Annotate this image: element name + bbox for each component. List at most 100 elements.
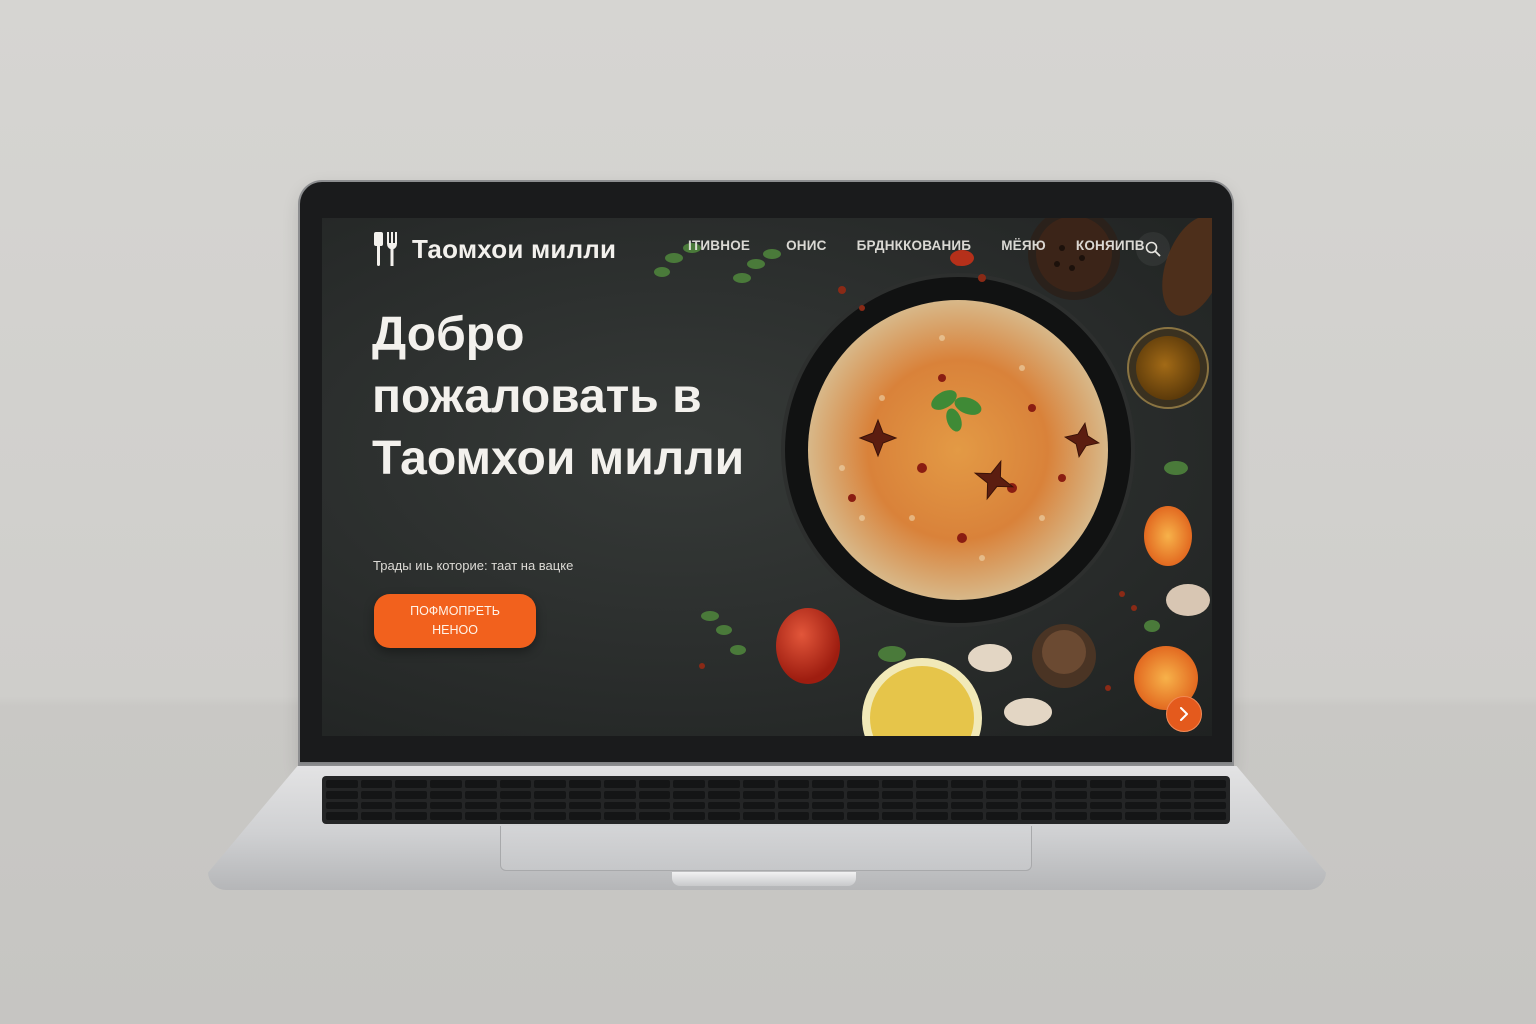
keyboard-key: [534, 790, 567, 799]
keyboard-key: [673, 780, 706, 788]
keyboard-key: [603, 790, 636, 799]
keyboard-key: [1055, 780, 1088, 788]
nav-item-1[interactable]: ІТИВНОЕ: [688, 238, 750, 253]
keyboard-key: [1194, 801, 1226, 810]
keyboard-key: [638, 780, 671, 788]
keyboard-key: [1020, 801, 1053, 810]
keyboard-key: [534, 780, 567, 788]
keyboard-key: [951, 801, 983, 810]
keyboard-key: [430, 790, 462, 799]
keyboard-key: [777, 812, 810, 820]
keyboard-key: [916, 790, 949, 799]
nav-item-3[interactable]: БРДНККОВАНИБ: [857, 238, 972, 253]
main-nav: ІТИВНОЕ ОНИС БРДНККОВАНИБ МЁЯЮ КОНЯИПВ: [688, 238, 1175, 253]
keyboard-key: [430, 812, 462, 820]
keyboard-key: [777, 790, 810, 799]
keyboard-key: [464, 812, 497, 820]
keyboard-key: [499, 780, 532, 788]
keyboard-key: [742, 790, 775, 799]
keyboard-key: [499, 801, 532, 810]
keyboard-key: [951, 790, 983, 799]
keyboard-key: [812, 790, 844, 799]
keyboard-key: [430, 780, 462, 788]
keyboard-key: [673, 790, 706, 799]
keyboard-key: [812, 801, 844, 810]
laptop-trackpad: [500, 826, 1032, 871]
keyboard-key: [881, 780, 914, 788]
hero-title: Добро пожаловать в Таомхои милли: [372, 308, 745, 485]
keyboard-key: [499, 812, 532, 820]
keyboard-key: [1090, 801, 1122, 810]
search-button[interactable]: [1136, 232, 1170, 266]
keyboard-key: [326, 790, 358, 799]
keyboard-key: [1159, 780, 1192, 788]
keyboard-key: [985, 790, 1018, 799]
keyboard-key: [603, 801, 636, 810]
keyboard-key: [326, 801, 358, 810]
keyboard-key: [777, 801, 810, 810]
keyboard-key: [916, 801, 949, 810]
nav-item-5[interactable]: КОНЯИПВ: [1076, 238, 1145, 253]
next-slide-button[interactable]: [1166, 696, 1202, 732]
keyboard-key: [916, 780, 949, 788]
brand-logo[interactable]: Таомхои милли: [372, 232, 616, 266]
keyboard-key: [881, 812, 914, 820]
search-icon: [1145, 241, 1161, 257]
keyboard-key: [846, 812, 879, 820]
nav-item-2[interactable]: ОНИС: [786, 238, 827, 253]
chevron-right-icon: [1180, 707, 1188, 721]
keyboard-key: [638, 790, 671, 799]
view-menu-button[interactable]: ПОФМОПРЕТЬ НЕНОО: [374, 594, 536, 648]
keyboard-key: [1194, 780, 1226, 788]
keyboard-key: [534, 812, 567, 820]
keyboard-key: [1159, 790, 1192, 799]
keyboard-key: [951, 780, 983, 788]
keyboard-key: [1159, 812, 1192, 820]
keyboard-key: [360, 790, 393, 799]
keyboard-key: [812, 780, 844, 788]
keyboard-key: [1124, 780, 1157, 788]
keyboard-key: [464, 790, 497, 799]
keyboard-key: [1159, 801, 1192, 810]
keyboard-key: [985, 780, 1018, 788]
keyboard-key: [846, 801, 879, 810]
keyboard-key: [1124, 812, 1157, 820]
utensils-icon: [374, 232, 397, 266]
keyboard-key: [985, 801, 1018, 810]
keyboard-key: [569, 780, 601, 788]
keyboard-key: [742, 780, 775, 788]
keyboard-key: [777, 780, 810, 788]
keyboard-key: [1055, 790, 1088, 799]
keyboard-key: [916, 812, 949, 820]
keyboard-key: [708, 812, 740, 820]
keyboard-key: [708, 801, 740, 810]
keyboard-key: [430, 801, 462, 810]
laptop-notch: [672, 872, 856, 886]
keyboard-key: [1055, 812, 1088, 820]
keyboard-key: [326, 780, 358, 788]
keyboard-key: [360, 780, 393, 788]
keyboard-key: [360, 801, 393, 810]
keyboard-key: [1194, 790, 1226, 799]
nav-item-4[interactable]: МЁЯЮ: [1001, 238, 1046, 253]
keyboard-key: [395, 801, 428, 810]
keyboard-key: [1124, 801, 1157, 810]
keyboard-key: [1020, 812, 1053, 820]
cta-label: ПОФМОПРЕТЬ НЕНОО: [410, 604, 500, 637]
keyboard-key: [812, 812, 844, 820]
keyboard-key: [742, 801, 775, 810]
keyboard-key: [881, 790, 914, 799]
keyboard-key: [569, 812, 601, 820]
keyboard-key: [569, 790, 601, 799]
keyboard-key: [985, 812, 1018, 820]
keyboard-key: [846, 790, 879, 799]
keyboard-key: [673, 801, 706, 810]
keyboard-key: [1124, 790, 1157, 799]
keyboard-key: [395, 780, 428, 788]
keyboard-key: [638, 812, 671, 820]
hero-subtitle: Трады иıь которие: таат на вацке: [373, 558, 574, 573]
keyboard-key: [395, 812, 428, 820]
keyboard-key: [1090, 790, 1122, 799]
keyboard-key: [673, 812, 706, 820]
keyboard-key: [708, 790, 740, 799]
